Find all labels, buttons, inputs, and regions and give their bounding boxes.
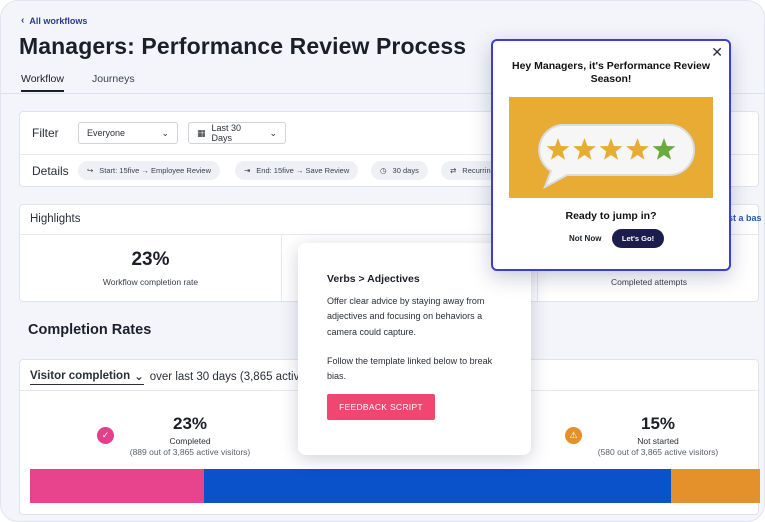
highlight-value: 23% — [131, 249, 170, 270]
completion-header: Visitor completion ⌄ over last 30 days (… — [30, 369, 306, 385]
highlights-title: Highlights — [30, 213, 81, 225]
stat-label: Completed — [169, 436, 211, 446]
chevron-down-icon: ⌄ — [134, 371, 144, 383]
bar-segment-in-progress — [203, 469, 671, 503]
metric-select-value: Visitor completion — [30, 370, 131, 382]
tooltip-body: Offer clear advice by staying away from … — [327, 296, 485, 337]
details-label: Details — [32, 164, 69, 178]
stat-label: Not started — [637, 436, 679, 446]
audience-select[interactable]: Everyone ⌄ — [78, 122, 178, 144]
modal-question: Ready to jump in? — [565, 210, 657, 222]
highlight-label: Workflow completion rate — [102, 277, 199, 287]
start-chip[interactable]: ↪ Start: 15five → Employee Review — [78, 161, 221, 180]
guidance-tooltip: Verbs > Adjectives Offer clear advice by… — [298, 243, 531, 455]
app-window: ‹ All workflows Managers: Performance Re… — [0, 0, 765, 522]
announcement-modal: ✕ Hey Managers, it's Performance Review … — [491, 39, 731, 271]
chevron-down-icon: ⌄ — [161, 127, 169, 138]
modal-title: Hey Managers, it's Performance Review Se… — [512, 60, 710, 85]
completion-bar — [30, 469, 760, 503]
stat-value: 23% — [172, 414, 208, 433]
completion-range-text: over last 30 days (3,865 active — [149, 371, 306, 383]
filter-label: Filter — [32, 126, 59, 140]
highlights-link[interactable]: st a bas — [728, 213, 762, 223]
back-link-label: All workflows — [29, 15, 88, 26]
start-icon: ↪ — [87, 166, 94, 175]
speech-bubble-stars-icon — [509, 97, 713, 198]
metric-select[interactable]: Visitor completion ⌄ — [30, 369, 144, 385]
calendar-icon: ▦ — [197, 127, 206, 138]
stat-sub: (580 out of 3,865 active visitors) — [597, 447, 719, 457]
bar-segment-not-started — [670, 469, 760, 503]
duration-chip[interactable]: ◷ 30 days — [371, 161, 428, 180]
page-title: Managers: Performance Review Process — [19, 33, 467, 59]
highlight-label: Completed attempts — [610, 277, 688, 287]
start-chip-label: Start: 15five → Employee Review — [99, 166, 212, 175]
feedback-script-button[interactable]: FEEDBACK SCRIPT — [327, 394, 435, 420]
completion-rates-title: Completion Rates — [28, 322, 152, 338]
end-chip[interactable]: ⇥ End: 15five → Save Review — [235, 161, 359, 180]
stat-sub: (889 out of 3,865 active visitors) — [129, 447, 251, 457]
date-range-value: Last 30 Days — [211, 123, 242, 143]
end-icon: ⇥ — [244, 166, 251, 175]
recurring-icon: ⇄ — [450, 166, 457, 175]
bar-segment-completed — [30, 469, 204, 503]
chevron-down-icon: ⌄ — [269, 127, 277, 138]
recurring-chip-label: Recurring — [462, 166, 495, 175]
rating-illustration — [509, 97, 713, 198]
chevron-left-icon: ‹ — [21, 15, 25, 26]
tooltip-title: Verbs > Adjectives — [327, 273, 420, 285]
stat-not-started: 15% Not started (580 out of 3,865 active… — [558, 414, 758, 457]
not-now-button[interactable]: Not Now — [569, 234, 601, 243]
lets-go-button[interactable]: Let's Go! — [612, 229, 664, 248]
stat-value: 15% — [640, 414, 676, 433]
clock-icon: ◷ — [380, 166, 387, 175]
tab-journeys[interactable]: Journeys — [92, 73, 135, 92]
tab-bar: Workflow Journeys — [21, 73, 135, 92]
tab-workflow[interactable]: Workflow — [21, 73, 64, 92]
stat-completed: 23% Completed (889 out of 3,865 active v… — [90, 414, 290, 457]
highlight-completion-rate: 23% Workflow completion rate — [20, 235, 282, 303]
duration-chip-label: 30 days — [392, 166, 419, 175]
close-icon[interactable]: ✕ — [711, 44, 723, 61]
date-range-select[interactable]: ▦ Last 30 Days ⌄ — [188, 122, 286, 144]
end-chip-label: End: 15five → Save Review — [256, 166, 350, 175]
audience-select-value: Everyone — [87, 128, 126, 138]
back-link[interactable]: ‹ All workflows — [21, 15, 87, 26]
tooltip-body-2: Follow the template linked below to brea… — [327, 356, 493, 382]
